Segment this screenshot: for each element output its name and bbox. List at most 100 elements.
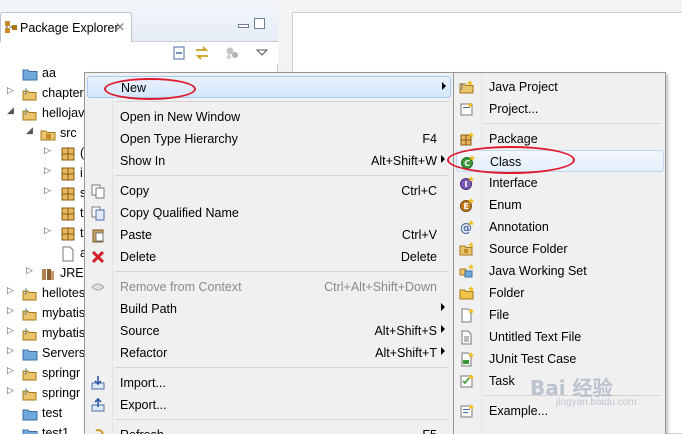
tree-item-label: chapter bbox=[42, 86, 84, 100]
menu-item-label: Enum bbox=[489, 198, 522, 212]
menu-item-annotation[interactable]: @ Annotation bbox=[456, 216, 664, 238]
view-toolbar bbox=[0, 42, 278, 64]
menu-item-label: Interface bbox=[489, 176, 538, 190]
copy-icon bbox=[91, 184, 105, 199]
new-text-file-icon bbox=[461, 330, 472, 345]
link-with-editor-icon[interactable] bbox=[194, 45, 210, 61]
menu-item-show-in[interactable]: Show In Alt+Shift+W bbox=[87, 150, 451, 172]
tree-item-label: aa bbox=[42, 66, 56, 80]
menu-item-copy[interactable]: Copy Ctrl+C bbox=[87, 180, 451, 202]
tree-item-label: mybatis bbox=[42, 326, 86, 340]
submenu-arrow-icon bbox=[441, 155, 445, 163]
svg-text:J: J bbox=[24, 307, 27, 315]
package-icon bbox=[61, 147, 75, 161]
menu-item-shortcut: Ctrl+Alt+Shift+Down bbox=[324, 280, 437, 294]
menu-item-file[interactable]: File bbox=[456, 304, 664, 326]
new-class-icon: C bbox=[461, 155, 475, 169]
view-menu-chevron-icon[interactable] bbox=[254, 45, 270, 61]
menu-item-import[interactable]: Import... bbox=[87, 372, 451, 394]
menu-item-shortcut: Ctrl+V bbox=[401, 228, 437, 242]
refresh-icon bbox=[95, 429, 104, 434]
menu-item-label: Untitled Text File bbox=[489, 330, 582, 344]
export-icon bbox=[91, 397, 105, 412]
menu-item-package[interactable]: Package bbox=[456, 128, 664, 150]
tree-item-label: test1 bbox=[42, 426, 70, 434]
folder-icon bbox=[22, 409, 38, 421]
expanded-twisty-icon[interactable]: ◢ bbox=[7, 105, 14, 116]
java-project-icon: J bbox=[22, 307, 37, 321]
menu-item-label: Import... bbox=[120, 376, 166, 390]
menu-separator bbox=[115, 271, 449, 272]
package-icon bbox=[61, 187, 75, 201]
java-project-icon: J bbox=[22, 87, 37, 101]
tree-item-label: t bbox=[80, 206, 84, 220]
watermark-url: jingyan.baidu.com bbox=[556, 397, 637, 408]
svg-text:I: I bbox=[465, 180, 468, 189]
maximize-view-button[interactable] bbox=[254, 18, 265, 29]
menu-item-junit-test-case[interactable]: JUnit Test Case bbox=[456, 348, 664, 370]
menu-item-source[interactable]: Source Alt+Shift+S bbox=[87, 320, 451, 342]
new-file-icon bbox=[461, 308, 474, 323]
close-view-icon[interactable]: ✕ bbox=[115, 20, 125, 34]
menu-item-refresh[interactable]: Refresh F5 bbox=[87, 424, 451, 434]
collapsed-twisty-icon[interactable]: ▷ bbox=[44, 225, 51, 236]
menu-item-open-type-hierarchy[interactable]: Open Type Hierarchy F4 bbox=[87, 128, 451, 150]
menu-item-label: Project... bbox=[489, 102, 539, 116]
new-package-icon bbox=[460, 132, 474, 146]
collapsed-twisty-icon[interactable]: ▷ bbox=[7, 325, 14, 336]
collapsed-twisty-icon[interactable]: ▷ bbox=[7, 305, 14, 316]
java-project-icon: J bbox=[22, 287, 37, 301]
new-folder-icon bbox=[459, 286, 474, 300]
collapsed-twisty-icon[interactable]: ▷ bbox=[7, 365, 14, 376]
menu-item-copy-qualified-name[interactable]: Copy Qualified Name bbox=[87, 202, 451, 224]
collapsed-twisty-icon[interactable]: ▷ bbox=[26, 265, 33, 276]
package-icon bbox=[61, 167, 75, 181]
collapsed-twisty-icon[interactable]: ▷ bbox=[7, 345, 14, 356]
menu-item-build-path[interactable]: Build Path bbox=[87, 298, 451, 320]
menu-item-shortcut: Delete bbox=[400, 250, 437, 264]
new-junit-icon bbox=[461, 352, 474, 367]
menu-item-source-folder[interactable]: Source Folder bbox=[456, 238, 664, 260]
menu-item-untitled-text-file[interactable]: Untitled Text File bbox=[456, 326, 664, 348]
menu-item-shortcut: F4 bbox=[422, 132, 437, 146]
menu-item-enum[interactable]: E Enum bbox=[456, 194, 664, 216]
svg-text:J: J bbox=[24, 327, 27, 335]
svg-text:J: J bbox=[460, 82, 463, 90]
collapsed-twisty-icon[interactable]: ▷ bbox=[44, 165, 51, 176]
menu-item-project[interactable]: Project... bbox=[456, 98, 664, 120]
menu-item-label: Refactor bbox=[120, 346, 168, 360]
folder-icon bbox=[22, 429, 38, 434]
menu-item-export[interactable]: Export... bbox=[87, 394, 451, 416]
menu-item-paste[interactable]: Paste Ctrl+V bbox=[87, 224, 451, 246]
menu-item-label: Refresh bbox=[120, 428, 164, 434]
collapsed-twisty-icon[interactable]: ▷ bbox=[7, 85, 14, 96]
expanded-twisty-icon[interactable]: ◢ bbox=[26, 125, 33, 136]
new-working-set-icon bbox=[459, 264, 474, 278]
copy-qualified-icon bbox=[91, 206, 105, 221]
collapsed-twisty-icon[interactable]: ▷ bbox=[7, 385, 14, 396]
collapsed-twisty-icon[interactable]: ▷ bbox=[44, 145, 51, 156]
focus-task-icon[interactable] bbox=[224, 45, 240, 61]
package-icon bbox=[61, 207, 75, 221]
menu-item-label: Task bbox=[489, 374, 515, 388]
menu-item-open-in-new-window[interactable]: Open in New Window bbox=[87, 106, 451, 128]
package-explorer-tab[interactable]: Package Explorer ✕ bbox=[0, 12, 132, 42]
menu-item-class[interactable]: C Class bbox=[456, 150, 664, 172]
menu-item-java-project[interactable]: J Java Project bbox=[456, 76, 664, 98]
menu-item-label: Class bbox=[490, 155, 522, 169]
menu-item-new[interactable]: New bbox=[87, 76, 451, 98]
collapse-all-icon[interactable] bbox=[171, 45, 187, 61]
menu-item-java-working-set[interactable]: Java Working Set bbox=[456, 260, 664, 282]
menu-item-refactor[interactable]: Refactor Alt+Shift+T bbox=[87, 342, 451, 364]
menu-item-delete[interactable]: Delete Delete bbox=[87, 246, 451, 268]
menu-item-remove-from-context[interactable]: Remove from Context Ctrl+Alt+Shift+Down bbox=[87, 276, 451, 298]
menu-item-label: Copy Qualified Name bbox=[120, 206, 239, 220]
menu-item-label: Remove from Context bbox=[120, 280, 242, 294]
collapsed-twisty-icon[interactable]: ▷ bbox=[7, 285, 14, 296]
library-icon bbox=[42, 269, 54, 280]
menu-item-interface[interactable]: I Interface bbox=[456, 172, 664, 194]
menu-item-folder[interactable]: Folder bbox=[456, 282, 664, 304]
tree-item-label: test bbox=[42, 406, 63, 420]
minimize-view-button[interactable] bbox=[238, 24, 249, 28]
collapsed-twisty-icon[interactable]: ▷ bbox=[44, 185, 51, 196]
